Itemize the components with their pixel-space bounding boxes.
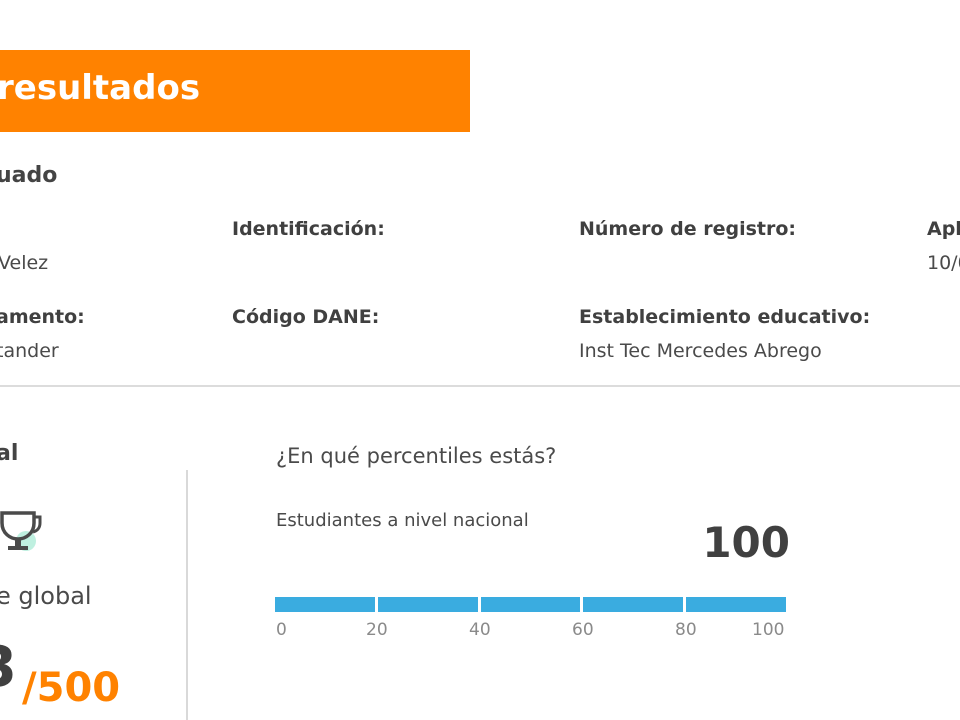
department-value: tander: [0, 340, 59, 362]
school-value: Inst Tec Mercedes Abrego: [579, 340, 822, 362]
percentile-tick-20: 20: [366, 620, 388, 640]
percentile-tick-80: 80: [675, 620, 697, 640]
percentile-value: 100: [702, 518, 790, 567]
percentile-tick-40: 40: [469, 620, 491, 640]
global-score-label: e global: [0, 582, 92, 610]
global-section-title: al: [0, 441, 19, 466]
vertical-divider: [186, 470, 188, 720]
page-title: resultados: [0, 68, 201, 108]
section-divider: [0, 385, 960, 387]
identification-label: Identificación:: [232, 218, 385, 240]
percentile-bar-segment: [480, 597, 581, 612]
percentile-bar-segment: [377, 597, 478, 612]
percentile-bar-segment: [275, 597, 375, 612]
percentile-tick-0: 0: [276, 620, 287, 640]
registration-number-label: Número de registro:: [579, 218, 797, 240]
global-score-max: /500: [22, 665, 121, 711]
percentile-group-label: Estudiantes a nivel nacional: [276, 510, 529, 531]
school-label: Establecimiento educativo:: [579, 306, 871, 328]
name-value: Velez: [0, 252, 49, 274]
percentile-bar: [275, 597, 786, 612]
percentile-bar-segment: [686, 597, 786, 612]
dane-code-label: Código DANE:: [232, 306, 380, 328]
department-label: amento:: [0, 306, 85, 328]
application-date-label: Apl: [927, 218, 960, 240]
percentile-tick-100: 100: [752, 620, 785, 640]
percentile-tick-60: 60: [572, 620, 594, 640]
global-score-value: 3: [0, 640, 17, 696]
application-date-value: 10/0: [927, 252, 960, 274]
trophy-icon: [0, 511, 42, 551]
percentile-bar-segment: [583, 597, 684, 612]
results-page: resultados uado Velez Identificación: Nú…: [0, 0, 960, 720]
evaluated-section-title: uado: [0, 163, 58, 188]
percentile-question: ¿En qué percentiles estás?: [276, 444, 557, 468]
